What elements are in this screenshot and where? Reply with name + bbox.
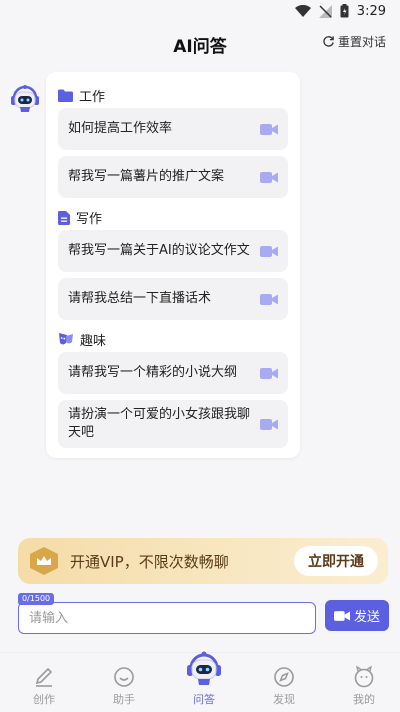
chat-input[interactable] bbox=[18, 602, 316, 634]
video-icon[interactable] bbox=[260, 123, 278, 136]
crown-icon bbox=[30, 547, 58, 575]
mask-icon bbox=[59, 333, 73, 345]
video-icon[interactable] bbox=[260, 418, 278, 431]
video-icon[interactable] bbox=[260, 171, 278, 184]
section-work-header: 工作 bbox=[58, 86, 105, 105]
prompt-text: 请帮我写一个精彩的小说大纲 bbox=[68, 365, 238, 380]
prompt-text: 请帮我总结一下直播话术 bbox=[68, 291, 212, 306]
prompt-item[interactable]: 请帮我总结一下直播话术 bbox=[58, 278, 288, 320]
tab-profile[interactable]: 我的 bbox=[324, 653, 400, 712]
vip-banner[interactable]: 开通VIP，不限次数畅聊 立即开通 bbox=[18, 538, 388, 584]
prompt-item[interactable]: 如何提高工作效率 bbox=[58, 108, 288, 150]
char-counter: 0/1500 bbox=[18, 593, 55, 605]
section-fun-header: 趣味 bbox=[58, 330, 106, 349]
status-time: 3:29 bbox=[356, 3, 386, 19]
prompt-item[interactable]: 请帮我写一个精彩的小说大纲 bbox=[58, 352, 288, 394]
signal-icon bbox=[318, 4, 332, 18]
prompt-text: 请扮演一个可爱的小女孩跟我聊天吧 bbox=[68, 407, 251, 440]
reset-conversation-button[interactable]: 重置对话 bbox=[322, 33, 386, 50]
smile-icon bbox=[114, 667, 134, 687]
section-title: 趣味 bbox=[80, 334, 107, 349]
prompt-text: 如何提高工作效率 bbox=[68, 121, 173, 136]
document-icon bbox=[58, 210, 70, 225]
prompt-text: 帮我写一篇关于AI的议论文作文 bbox=[68, 243, 250, 258]
tab-label: 发现 bbox=[273, 693, 295, 706]
folder-icon bbox=[58, 89, 73, 102]
tab-label: 问答 bbox=[193, 693, 215, 706]
tab-create[interactable]: 创作 bbox=[4, 653, 84, 712]
input-area: 0/1500 bbox=[18, 593, 316, 634]
vip-open-button[interactable]: 立即开通 bbox=[294, 546, 378, 576]
suggestion-card: 工作 如何提高工作效率 帮我写一篇薯片的推广文案 写作 帮我写一篇关于AI的议论… bbox=[46, 72, 300, 458]
tab-label: 创作 bbox=[33, 693, 55, 706]
section-title: 工作 bbox=[79, 90, 106, 105]
robot-icon bbox=[187, 651, 221, 685]
bot-avatar bbox=[11, 85, 39, 112]
video-icon[interactable] bbox=[260, 367, 278, 380]
header: AI问答 重置对话 bbox=[0, 22, 400, 66]
video-icon[interactable] bbox=[260, 293, 278, 306]
vip-text: 开通VIP，不限次数畅聊 bbox=[70, 553, 229, 571]
compass-icon bbox=[274, 667, 294, 687]
status-bar: 3:29 bbox=[0, 0, 400, 22]
section-writing-header: 写作 bbox=[58, 208, 102, 227]
send-label: 发送 bbox=[353, 610, 380, 625]
prompt-item[interactable]: 请扮演一个可爱的小女孩跟我聊天吧 bbox=[58, 400, 288, 448]
refresh-icon bbox=[323, 36, 334, 47]
wifi-icon bbox=[294, 5, 311, 17]
tab-qa[interactable]: 问答 bbox=[164, 651, 244, 712]
tab-assistant[interactable]: 助手 bbox=[84, 653, 164, 712]
video-icon bbox=[333, 610, 350, 621]
page-title: AI问答 bbox=[173, 36, 227, 57]
battery-icon bbox=[340, 4, 349, 18]
prompt-text: 帮我写一篇薯片的推广文案 bbox=[68, 169, 225, 184]
tab-discover[interactable]: 发现 bbox=[244, 653, 324, 712]
video-icon[interactable] bbox=[260, 245, 278, 258]
tab-label: 助手 bbox=[113, 693, 135, 706]
profile-icon bbox=[354, 665, 374, 688]
reset-label: 重置对话 bbox=[337, 35, 386, 49]
tab-label: 我的 bbox=[353, 693, 375, 706]
send-button[interactable]: 发送 bbox=[325, 600, 389, 631]
tab-bar: 创作 助手 问答 发现 我的 bbox=[0, 651, 400, 712]
prompt-item[interactable]: 帮我写一篇薯片的推广文案 bbox=[58, 156, 288, 198]
pen-icon bbox=[35, 667, 53, 687]
section-title: 写作 bbox=[76, 212, 103, 227]
prompt-item[interactable]: 帮我写一篇关于AI的议论文作文 bbox=[58, 230, 288, 272]
